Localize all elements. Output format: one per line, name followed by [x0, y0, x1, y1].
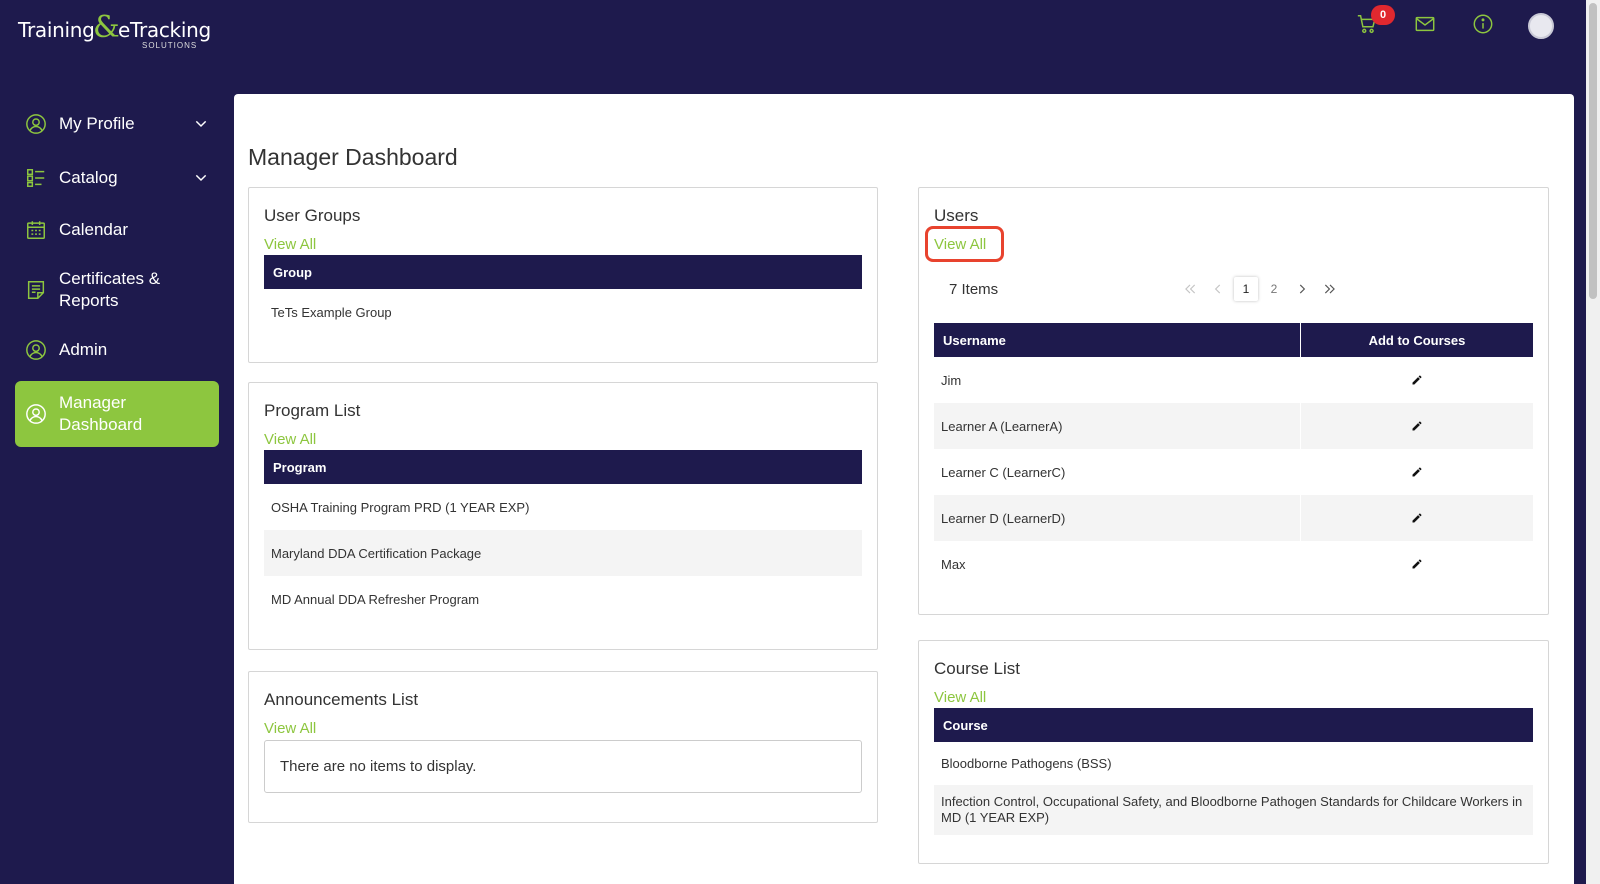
logo-word-etracking: eTracking	[118, 18, 211, 42]
sidebar-item-label: Calendar	[59, 220, 128, 239]
sidebar-item-label: Certificates &	[59, 269, 161, 288]
next-page-button[interactable]	[1290, 277, 1314, 301]
table-header-course: Course	[934, 708, 1533, 742]
info-icon	[1472, 13, 1494, 40]
user-groups-view-all-link[interactable]: View All	[264, 236, 316, 253]
sidebar-item-label-block: Manager Dashboard	[59, 392, 142, 436]
chevron-left-icon	[1214, 284, 1221, 294]
header-actions: 0	[1338, 5, 1570, 42]
double-chevron-left-icon	[1185, 284, 1196, 294]
sidebar-item-label: My Profile	[59, 114, 135, 133]
sidebar-item-label-block: Certificates & Reports	[59, 268, 160, 312]
sidebar-item-calendar[interactable]: Calendar	[15, 210, 219, 250]
course-list-view-all-link[interactable]: View All	[934, 689, 986, 706]
first-page-button[interactable]	[1178, 277, 1202, 301]
sidebar-item-catalog[interactable]: Catalog	[15, 158, 219, 198]
logo-ampersand: &	[93, 10, 120, 45]
report-icon	[25, 279, 47, 301]
table-row[interactable]: Bloodborne Pathogens (BSS)	[934, 742, 1533, 785]
column-header-add-to-courses: Add to Courses	[1368, 332, 1466, 348]
double-chevron-right-icon	[1324, 284, 1335, 294]
prev-page-button[interactable]	[1206, 277, 1230, 301]
user-groups-panel: User Groups View All Group TeTs Example …	[248, 187, 878, 363]
panel-title: Course List	[934, 659, 1020, 678]
table-row: Learner D (LearnerD)	[934, 495, 1533, 541]
table-row[interactable]: OSHA Training Program PRD (1 YEAR EXP)	[264, 484, 862, 530]
messages-button[interactable]	[1396, 10, 1454, 42]
pencil-icon[interactable]	[1411, 374, 1423, 386]
pencil-icon[interactable]	[1411, 558, 1423, 570]
users-view-all-link[interactable]: View All	[934, 236, 986, 253]
cart-count-badge: 0	[1371, 5, 1395, 25]
scrollbar-thumb[interactable]	[1589, 3, 1597, 299]
pencil-icon[interactable]	[1411, 420, 1423, 432]
user-circle-icon	[25, 339, 47, 361]
logo-subtitle: SOLUTIONS	[142, 41, 198, 50]
last-page-button[interactable]	[1318, 277, 1342, 301]
avatar	[1528, 13, 1554, 39]
app-logo[interactable]: Training & eTracking SOLUTIONS	[18, 10, 211, 52]
panel-title: Announcements List	[264, 690, 419, 709]
chevron-down-icon[interactable]	[193, 116, 209, 132]
page-1-button[interactable]: 1	[1234, 277, 1258, 301]
sidebar-item-label: Manager	[59, 393, 127, 412]
sidebar-item-manager-dashboard[interactable]: Manager Dashboard	[15, 381, 219, 447]
username-cell: Jim	[934, 357, 1301, 403]
announcements-view-all-link[interactable]: View All	[264, 720, 316, 737]
logo-word-training: Training	[18, 18, 95, 42]
user-circle-icon	[25, 403, 47, 425]
users-table-header: Username Add to Courses	[934, 323, 1533, 357]
mail-icon	[1414, 13, 1436, 40]
announcements-panel: Announcements List View All There are no…	[248, 671, 878, 823]
panel-title: User Groups	[264, 206, 361, 225]
table-row: Max	[934, 541, 1533, 587]
cart-button[interactable]: 0	[1338, 5, 1396, 42]
table-row[interactable]: Maryland DDA Certification Package	[264, 530, 862, 576]
pencil-icon[interactable]	[1411, 512, 1423, 524]
pencil-icon[interactable]	[1411, 466, 1423, 478]
username-cell: Learner D (LearnerD)	[934, 495, 1301, 541]
program-list-panel: Program List View All Program OSHA Train…	[248, 382, 878, 650]
table-row[interactable]: MD Annual DDA Refresher Program	[264, 576, 862, 622]
page-scrollbar[interactable]	[1586, 0, 1600, 884]
table-row: Learner C (LearnerC)	[934, 449, 1533, 495]
table-row[interactable]: TeTs Example Group	[264, 289, 862, 335]
table-row: Jim	[934, 357, 1533, 403]
main-content: Manager Dashboard User Groups View All G…	[234, 94, 1574, 884]
panel-title: Users	[934, 206, 979, 225]
calendar-icon	[25, 219, 47, 241]
column-header-username[interactable]: Username	[934, 323, 1301, 357]
chevron-down-icon[interactable]	[193, 170, 209, 186]
username-cell: Learner A (LearnerA)	[934, 403, 1301, 449]
sidebar-nav: My Profile Catalog Calendar Certificates…	[15, 104, 219, 447]
chevron-right-icon	[1299, 284, 1306, 294]
panel-title: Program List	[264, 401, 361, 420]
username-cell: Learner C (LearnerC)	[934, 449, 1301, 495]
list-icon	[25, 167, 47, 189]
pagination: 1 2	[1174, 277, 1342, 301]
sidebar-item-label: Catalog	[59, 168, 118, 187]
table-row[interactable]: Infection Control, Occupational Safety, …	[934, 785, 1533, 835]
users-panel: Users View All 7 Items 1 2 Username Add …	[918, 187, 1549, 615]
user-circle-icon	[25, 113, 47, 135]
info-button[interactable]	[1454, 10, 1512, 42]
sidebar-item-certificates-reports[interactable]: Certificates & Reports	[15, 262, 219, 318]
course-list-panel: Course List View All Course Bloodborne P…	[918, 640, 1549, 864]
sidebar-item-my-profile[interactable]: My Profile	[15, 104, 219, 144]
sidebar-item-label-line2: Dashboard	[59, 415, 143, 434]
program-list-view-all-link[interactable]: View All	[264, 431, 316, 448]
table-header-program: Program	[264, 450, 862, 484]
sidebar-item-label: Admin	[59, 340, 108, 359]
table-row: Learner A (LearnerA)	[934, 403, 1533, 449]
page-2-button[interactable]: 2	[1262, 277, 1286, 301]
user-menu-button[interactable]	[1512, 10, 1570, 42]
table-header-group: Group	[264, 255, 862, 289]
empty-state-message: There are no items to display.	[264, 740, 862, 793]
sidebar-item-label-line2: Reports	[59, 291, 119, 310]
username-cell: Max	[934, 541, 1301, 587]
items-count: 7 Items	[949, 281, 999, 298]
sidebar-item-admin[interactable]: Admin	[15, 330, 219, 370]
page-title: Manager Dashboard	[248, 144, 458, 170]
